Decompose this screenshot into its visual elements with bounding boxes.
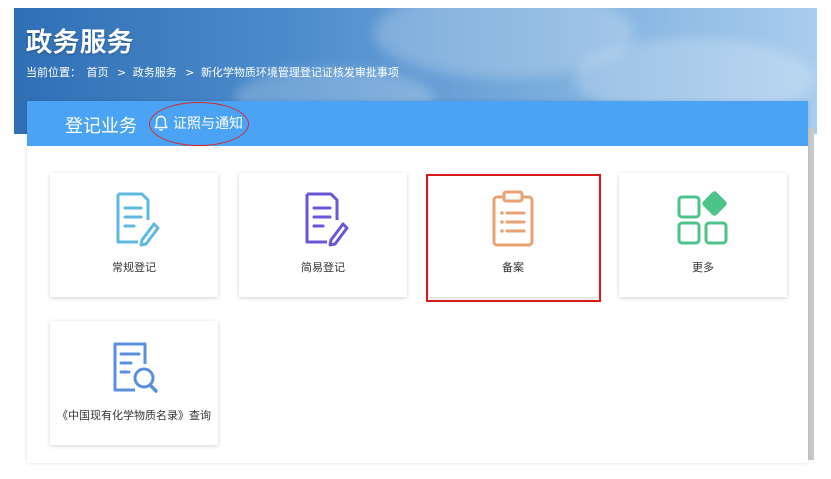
page-title: 政务服务 [26, 28, 135, 58]
tab-license-notice[interactable]: 证照与通知 [153, 113, 243, 133]
breadcrumb-prefix: 当前位置： [26, 66, 81, 79]
breadcrumb-separator: > [117, 66, 127, 79]
card-regular-registration[interactable]: 常规登记 [50, 173, 218, 297]
card-filing[interactable]: 备案 [429, 173, 597, 297]
tab-registration[interactable]: 登记业务 [65, 112, 137, 138]
scrollbar[interactable] [808, 128, 814, 460]
card-chemical-inventory-query[interactable]: 《中国现有化学物质名录》查询 [50, 321, 218, 445]
breadcrumb-separator: > [185, 66, 195, 79]
card-label: 简易登记 [301, 261, 345, 274]
breadcrumb: 当前位置： 首页 > 政务服务 > 新化学物质环境管理登记证核发审批事项 [26, 64, 401, 80]
card-label: 更多 [692, 261, 714, 274]
breadcrumb-current: 新化学物质环境管理登记证核发审批事项 [200, 66, 399, 79]
card-more[interactable]: 更多 [619, 173, 787, 297]
clipboard-icon [492, 190, 534, 247]
document-edit-icon [305, 192, 349, 247]
breadcrumb-home-link[interactable]: 首页 [87, 66, 109, 79]
document-edit-icon [116, 192, 160, 247]
document-search-icon [113, 342, 158, 393]
bell-icon [154, 115, 168, 131]
service-panel: 登记业务 证照与通知 常规登记 简易登记 备案 更多 《中国现有化学物质名录》查… [27, 101, 808, 463]
card-label: 《中国现有化学物质名录》查询 [57, 409, 211, 422]
card-simple-registration[interactable]: 简易登记 [239, 173, 407, 297]
tab-bar: 登记业务 证照与通知 [27, 101, 808, 146]
breadcrumb-service-link[interactable]: 政务服务 [133, 66, 177, 79]
card-label: 备案 [502, 261, 524, 274]
tab-license-notice-label: 证照与通知 [173, 116, 243, 132]
card-label: 常规登记 [112, 261, 156, 274]
grid-more-icon [677, 191, 728, 245]
